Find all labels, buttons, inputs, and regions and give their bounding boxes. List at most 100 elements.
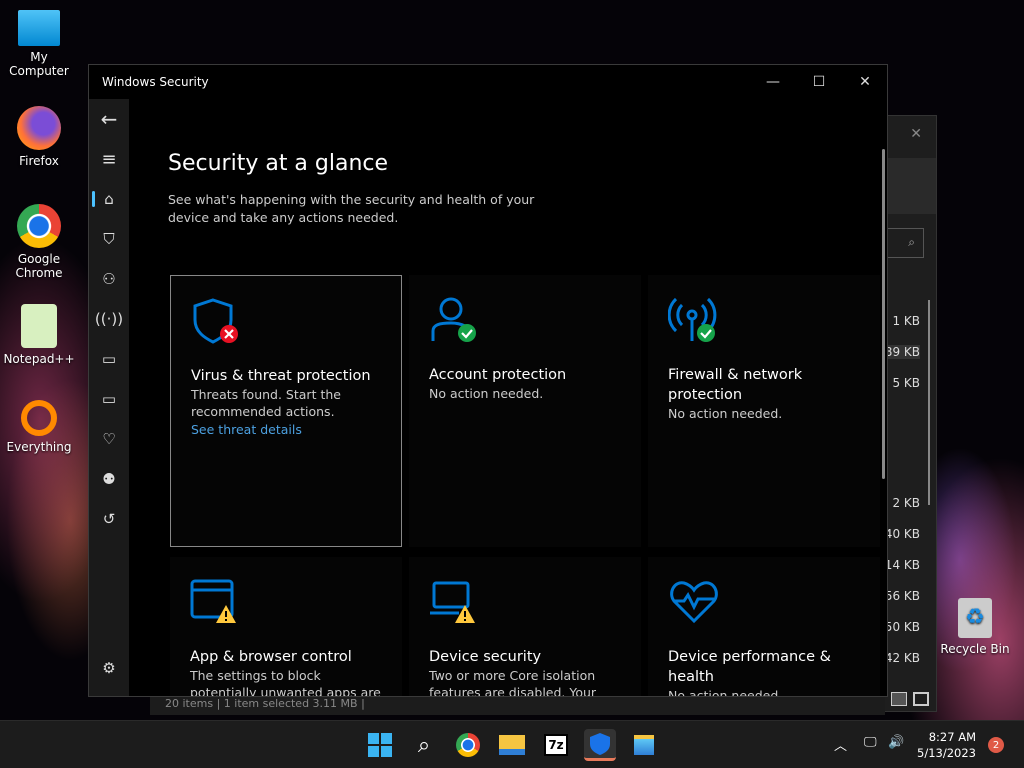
app-taskbar-button[interactable] xyxy=(628,729,660,761)
desktop-icon-my-computer[interactable]: My Computer xyxy=(1,10,77,78)
icon-label: Firefox xyxy=(19,154,59,168)
wireless-check-icon xyxy=(668,297,717,342)
recycle-bin-icon: ♻ xyxy=(958,598,992,638)
notepadpp-icon xyxy=(21,304,57,348)
scrollbar[interactable] xyxy=(928,300,930,505)
icon-label: Notepad++ xyxy=(3,352,75,366)
close-button[interactable]: ✕ xyxy=(842,65,888,99)
desktop-icon-everything[interactable]: Everything xyxy=(1,400,77,454)
chrome-taskbar-button[interactable] xyxy=(452,729,484,761)
close-icon[interactable]: ✕ xyxy=(910,126,922,142)
home-icon: ⌂ xyxy=(104,190,114,208)
chrome-icon xyxy=(17,204,61,248)
card-firewall-network-protection[interactable]: Firewall & network protection No action n… xyxy=(648,275,880,547)
minimize-button[interactable]: — xyxy=(750,65,796,99)
desktop-icon-firefox[interactable]: Firefox xyxy=(1,106,77,168)
network-icon[interactable]: 🖵 xyxy=(864,735,877,750)
card-virus-threat-protection[interactable]: Virus & threat protection Threats found. … xyxy=(170,275,402,547)
card-title: Account protection xyxy=(429,367,567,383)
start-button[interactable] xyxy=(364,729,396,761)
taskbar: ⌕ 7z ︿ 🖵 🔊 8:27 AM 5/13/2023 2 xyxy=(0,720,1024,768)
icon-label: Recycle Bin xyxy=(940,642,1010,656)
main-content: Security at a glance See what's happenin… xyxy=(129,99,887,696)
desktop-icon-recycle-bin[interactable]: ♻ Recycle Bin xyxy=(937,598,1013,656)
windows-security-window: Windows Security — ☐ ✕ ← ≡ ⌂ ⛉ ⚇ ((·)) ▭… xyxy=(88,64,888,697)
nav-virus-protection[interactable]: ⛉ xyxy=(89,219,129,259)
chevron-up-icon[interactable]: ︿ xyxy=(834,735,847,754)
scrollbar[interactable] xyxy=(882,149,885,479)
nav-protection-history[interactable]: ↺ xyxy=(89,499,129,539)
search-button[interactable]: ⌕ xyxy=(408,729,440,761)
card-description: No action needed. xyxy=(668,688,783,696)
app-icon xyxy=(634,735,654,755)
icon-label: Everything xyxy=(6,440,72,454)
notification-badge[interactable]: 2 xyxy=(988,737,1004,753)
nav-home[interactable]: ⌂ xyxy=(89,179,129,219)
explorer-status-bar: 20 items | 1 item selected 3.11 MB | xyxy=(150,697,885,715)
volume-icon[interactable]: 🔊 xyxy=(888,735,904,750)
date: 5/13/2023 xyxy=(917,746,976,760)
file-size: 5 KB xyxy=(892,376,920,390)
see-threat-details-link[interactable]: See threat details xyxy=(191,420,391,440)
card-description: The settings to block potentially unwant… xyxy=(190,668,381,696)
nav-device-performance[interactable]: ♡ xyxy=(89,419,129,459)
clock[interactable]: 8:27 AM 5/13/2023 xyxy=(917,729,976,761)
wireless-icon: ((·)) xyxy=(94,310,124,328)
nav-family-options[interactable]: ⚉ xyxy=(89,459,129,499)
nav-app-browser[interactable]: ▭ xyxy=(89,339,129,379)
windows-security-taskbar-button[interactable] xyxy=(584,729,616,761)
browser-warning-icon xyxy=(190,579,236,623)
card-description: Threats found. Start the recommended act… xyxy=(191,387,341,419)
card-device-security[interactable]: Device security Two or more Core isolatio… xyxy=(409,557,641,696)
thumbnail-view-icon[interactable] xyxy=(913,692,929,706)
file-explorer-taskbar-button[interactable] xyxy=(496,729,528,761)
person-icon: ⚇ xyxy=(102,270,116,288)
browser-window-icon: ▭ xyxy=(101,350,117,368)
nav-device-security[interactable]: ▭ xyxy=(89,379,129,419)
file-size: 42 KB xyxy=(884,651,920,665)
monitor-icon xyxy=(18,10,60,46)
card-app-browser-control[interactable]: App & browser control The settings to blo… xyxy=(170,557,402,696)
search-icon: ⌕ xyxy=(417,732,431,758)
card-title: App & browser control xyxy=(190,649,352,665)
icon-label: My Computer xyxy=(9,50,69,78)
desktop-icon-notepadpp[interactable]: Notepad++ xyxy=(1,304,77,366)
card-title: Firewall & network protection xyxy=(668,367,803,403)
desktop-icon-chrome[interactable]: Google Chrome xyxy=(1,204,77,280)
shield-icon: ⛉ xyxy=(103,230,115,248)
shield-error-icon xyxy=(193,298,238,344)
card-account-protection[interactable]: Account protection No action needed. xyxy=(409,275,641,547)
heartbeat-icon xyxy=(670,581,718,624)
back-button[interactable]: ← xyxy=(89,99,129,139)
hamburger-icon: ≡ xyxy=(101,148,117,170)
card-device-performance-health[interactable]: Device performance & health No action nee… xyxy=(648,557,880,696)
back-arrow-icon: ← xyxy=(100,107,118,131)
gear-icon: ⚙ xyxy=(102,659,116,677)
folder-icon xyxy=(499,735,525,755)
card-description: No action needed. xyxy=(429,386,544,401)
card-title: Device performance & health xyxy=(668,649,831,685)
nav-firewall[interactable]: ((·)) xyxy=(89,299,129,339)
card-description: Two or more Core isolation features are … xyxy=(429,668,597,696)
card-description: No action needed. xyxy=(668,406,783,421)
laptop-icon: ▭ xyxy=(101,390,117,408)
time: 8:27 AM xyxy=(928,730,976,744)
7zip-icon: 7z xyxy=(544,734,568,756)
details-view-icon[interactable] xyxy=(891,692,907,706)
file-size: 1 KB xyxy=(892,314,920,328)
shield-icon xyxy=(590,732,610,755)
family-icon: ⚉ xyxy=(102,470,116,488)
file-size: 56 KB xyxy=(884,589,920,603)
7zip-taskbar-button[interactable]: 7z xyxy=(540,729,572,761)
icon-label: Google Chrome xyxy=(15,252,63,280)
maximize-button[interactable]: ☐ xyxy=(796,65,842,99)
everything-icon xyxy=(21,400,57,436)
nav-account-protection[interactable]: ⚇ xyxy=(89,259,129,299)
windows-logo-icon xyxy=(368,733,392,757)
page-subtitle: See what's happening with the security a… xyxy=(168,192,535,225)
laptop-warning-icon xyxy=(430,581,475,623)
menu-button[interactable]: ≡ xyxy=(89,139,129,179)
page-title: Security at a glance xyxy=(168,151,389,176)
nav-rail: ← ≡ ⌂ ⛉ ⚇ ((·)) ▭ ▭ ♡ ⚉ ↺ ⚙ xyxy=(89,99,129,696)
nav-settings[interactable]: ⚙ xyxy=(89,648,129,688)
